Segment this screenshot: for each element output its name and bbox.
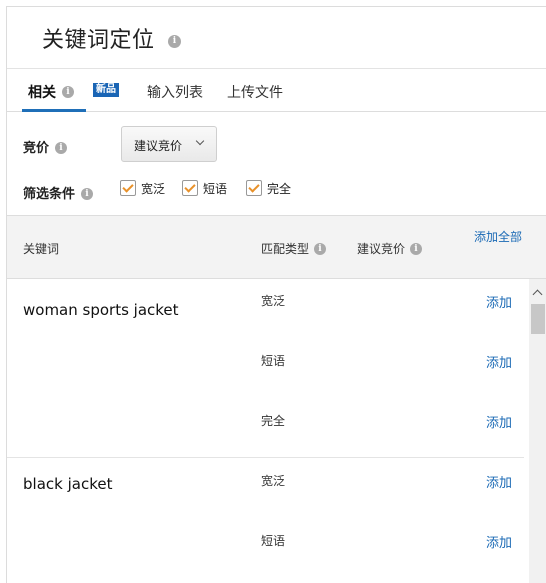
info-icon[interactable]: i bbox=[55, 141, 68, 154]
match-type-cell: 宽泛 bbox=[261, 474, 286, 488]
tab-related[interactable]: 相关 i bbox=[28, 82, 74, 102]
title-bar: 关键词定位 i bbox=[7, 7, 546, 69]
tab-bar: 相关 i 新品 输入列表 上传文件 bbox=[7, 69, 546, 112]
info-icon[interactable]: i bbox=[62, 86, 74, 98]
row-divider bbox=[7, 457, 524, 458]
match-type-cell: 宽泛 bbox=[261, 294, 286, 308]
active-tab-indicator bbox=[22, 109, 86, 112]
checkbox-checked-icon[interactable] bbox=[120, 180, 136, 196]
tab-upload-file[interactable]: 上传文件 bbox=[227, 82, 283, 102]
filter-label-text: 筛选条件 bbox=[23, 187, 76, 202]
tab-related-label: 相关 bbox=[28, 85, 56, 101]
add-all-link[interactable]: 添加全部 bbox=[473, 228, 523, 247]
scrollbar[interactable] bbox=[529, 279, 546, 583]
header-match-type-text: 匹配类型 bbox=[261, 242, 310, 256]
keyword-targeting-panel: 关键词定位 i 相关 i 新品 输入列表 上传文件 竞价 i 建议竞价 筛选条件 i … bbox=[6, 6, 546, 583]
add-link[interactable]: 添加 bbox=[486, 352, 512, 371]
add-link[interactable]: 添加 bbox=[486, 292, 512, 311]
checkbox-checked-icon[interactable] bbox=[182, 180, 198, 196]
keyword-cell: black jacket bbox=[23, 475, 113, 493]
info-icon[interactable]: i bbox=[410, 242, 423, 255]
match-type-cell: 短语 bbox=[261, 534, 286, 548]
bid-label: 竞价 i bbox=[23, 137, 68, 156]
checkbox-checked-icon[interactable] bbox=[246, 180, 262, 196]
match-type-cell: 短语 bbox=[261, 354, 286, 368]
scrollbar-thumb[interactable] bbox=[531, 304, 545, 334]
add-link[interactable]: 添加 bbox=[486, 472, 512, 491]
info-icon[interactable]: i bbox=[314, 242, 327, 255]
info-icon[interactable]: i bbox=[168, 35, 181, 48]
header-match-type: 匹配类型 i bbox=[261, 240, 327, 257]
header-keyword: 关键词 bbox=[23, 242, 60, 256]
header-suggested-bid: 建议竞价 i bbox=[357, 240, 423, 257]
header-suggested-bid-text: 建议竞价 bbox=[357, 242, 406, 256]
table-header: 关键词 匹配类型 i 建议竞价 i 添加全部 bbox=[7, 215, 546, 279]
chevron-down-icon bbox=[195, 136, 205, 146]
chevron-up-icon[interactable] bbox=[532, 289, 543, 300]
keyword-rows: woman sports jacket 宽泛 添加 短语 添加 完全 添加 bl… bbox=[7, 279, 527, 583]
checkbox-label: 宽泛 bbox=[141, 182, 166, 196]
keyword-cell: woman sports jacket bbox=[23, 301, 179, 319]
add-link[interactable]: 添加 bbox=[486, 532, 512, 551]
bid-dropdown[interactable]: 建议竞价 bbox=[121, 126, 217, 162]
filter-label: 筛选条件 i bbox=[23, 183, 94, 202]
tab-enter-list[interactable]: 输入列表 bbox=[147, 82, 203, 102]
new-badge: 新品 bbox=[93, 83, 119, 97]
match-type-cell: 完全 bbox=[261, 414, 286, 428]
add-link[interactable]: 添加 bbox=[486, 412, 512, 431]
checkbox-label: 完全 bbox=[267, 182, 292, 196]
page-title: 关键词定位 bbox=[42, 28, 155, 53]
checkbox-label: 短语 bbox=[203, 182, 228, 196]
info-icon[interactable]: i bbox=[81, 187, 94, 200]
bid-label-text: 竞价 bbox=[23, 141, 50, 156]
bid-dropdown-value: 建议竞价 bbox=[134, 139, 183, 153]
